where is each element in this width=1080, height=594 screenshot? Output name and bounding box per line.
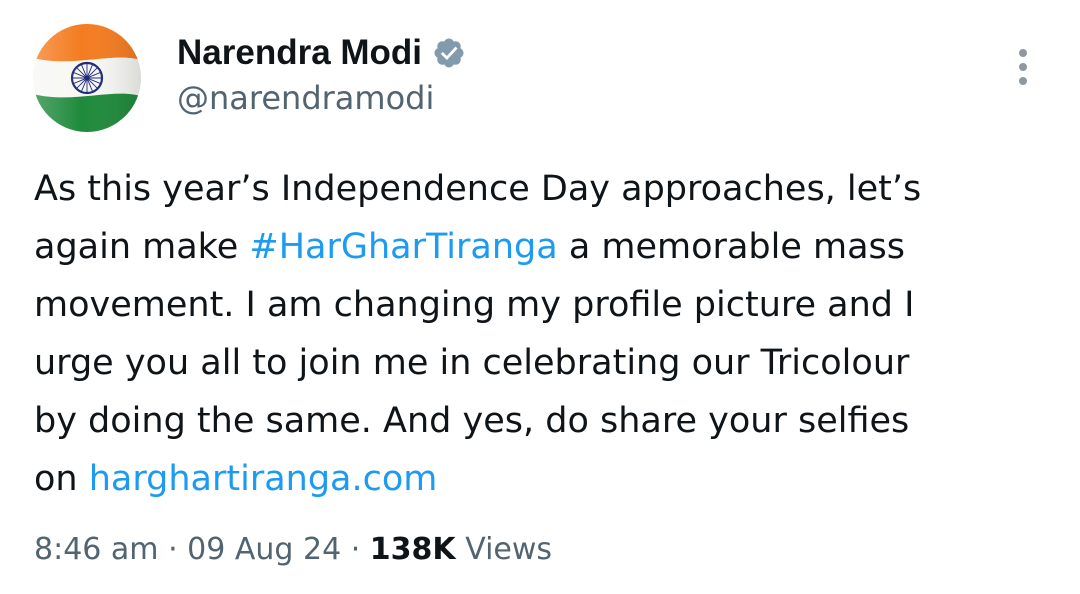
tweet-line: by doing the same. And yes, do share you… (34, 401, 910, 441)
hashtag-link[interactable]: #HarGharTiranga (249, 227, 557, 267)
tweet-time[interactable]: 8:46 am (34, 532, 159, 567)
tweet-text-segment: on (34, 459, 89, 499)
more-options-button[interactable] (1006, 44, 1040, 90)
website-link[interactable]: harghartiranga.com (89, 459, 438, 499)
views-label: Views (465, 532, 553, 567)
avatar[interactable] (33, 24, 141, 132)
tweet-text: As this year’s Independence Day approach… (34, 160, 1054, 508)
meta-separator: · (350, 532, 361, 567)
tweet-text-segment: again make (34, 227, 250, 267)
tweet-date[interactable]: 09 Aug 24 (187, 532, 341, 567)
author-handle[interactable]: @narendramodi (177, 79, 434, 117)
views-count[interactable]: 138K (370, 532, 456, 567)
tweet-line: again make #HarGharTiranga a memorable m… (34, 218, 1054, 276)
tweet-meta: 8:46 am · 09 Aug 24 · 138K Views (34, 530, 552, 570)
tweet-line: movement. I am changing my profile pictu… (34, 285, 915, 325)
tricolour-flag-avatar-icon (33, 24, 141, 132)
tweet-line: As this year’s Independence Day approach… (34, 169, 922, 209)
meta-separator: · (168, 532, 178, 567)
more-dot-icon (1019, 77, 1027, 85)
tweet-line: on harghartiranga.com (34, 450, 1054, 508)
tweet-line: urge you all to join me in celebrating o… (34, 343, 910, 383)
author-display-name[interactable]: Narendra Modi (177, 32, 422, 74)
verified-badge-icon (434, 38, 464, 68)
more-dot-icon (1019, 49, 1027, 57)
more-dot-icon (1019, 63, 1027, 71)
tweet-text-segment: a memorable mass (557, 227, 906, 267)
